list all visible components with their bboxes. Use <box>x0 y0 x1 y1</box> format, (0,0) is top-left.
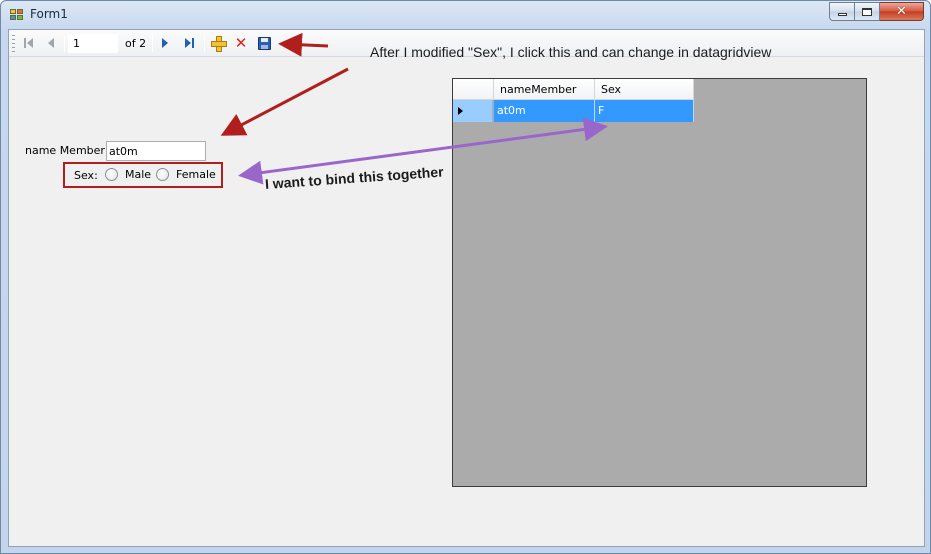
move-first-button[interactable] <box>19 34 37 52</box>
move-next-icon <box>162 38 168 48</box>
move-previous-button[interactable] <box>42 34 60 52</box>
delete-icon: ✕ <box>234 33 248 52</box>
toolstrip-separator <box>152 35 153 52</box>
name-member-input[interactable] <box>106 141 206 161</box>
caption-buttons: ✕ <box>829 2 924 21</box>
datagridview[interactable]: nameMember Sex at0m F <box>452 78 867 487</box>
sex-label: Sex: <box>74 169 98 182</box>
toolstrip-grip[interactable] <box>12 35 15 52</box>
male-label[interactable]: Male <box>125 168 151 181</box>
delete-button[interactable]: ✕ <box>232 34 250 52</box>
move-next-button[interactable] <box>156 34 174 52</box>
move-first-icon <box>23 38 33 48</box>
app-icon <box>10 9 24 21</box>
row-header[interactable] <box>453 100 493 122</box>
female-label[interactable]: Female <box>176 168 216 181</box>
window-title: Form1 <box>30 7 68 21</box>
form1-window: Form1 ✕ of 2 <box>0 0 931 554</box>
maximize-icon <box>862 7 872 16</box>
save-button[interactable] <box>255 34 273 52</box>
minimize-icon <box>837 12 847 16</box>
grid-corner-header[interactable] <box>453 79 494 100</box>
add-new-icon <box>211 36 227 52</box>
name-member-label: name Member: <box>25 144 109 157</box>
cell-sex[interactable]: F <box>595 100 694 122</box>
current-row-icon <box>458 107 463 115</box>
column-header-sex[interactable]: Sex <box>595 79 694 100</box>
close-icon: ✕ <box>896 4 907 19</box>
position-input[interactable] <box>68 34 118 53</box>
close-button[interactable]: ✕ <box>880 2 924 21</box>
cell-namemember[interactable]: at0m <box>494 100 595 122</box>
move-previous-icon <box>48 38 54 48</box>
female-radio[interactable] <box>156 168 169 181</box>
minimize-button[interactable] <box>829 2 855 21</box>
toolstrip-separator <box>204 35 205 52</box>
save-icon <box>257 36 271 50</box>
count-label: of 2 <box>125 37 147 50</box>
move-last-icon <box>184 38 194 48</box>
title-bar[interactable]: Form1 ✕ <box>1 1 930 29</box>
annotation-top-note: After I modified "Sex", I click this and… <box>370 44 772 60</box>
toolstrip-separator <box>64 35 65 52</box>
male-radio[interactable] <box>105 168 118 181</box>
add-new-button[interactable] <box>209 34 227 52</box>
maximize-button[interactable] <box>855 2 880 21</box>
move-last-button[interactable] <box>180 34 198 52</box>
form-client-area: of 2 ✕ name Member: Sex: Male <box>8 29 925 547</box>
column-header-namemember[interactable]: nameMember <box>494 79 595 100</box>
